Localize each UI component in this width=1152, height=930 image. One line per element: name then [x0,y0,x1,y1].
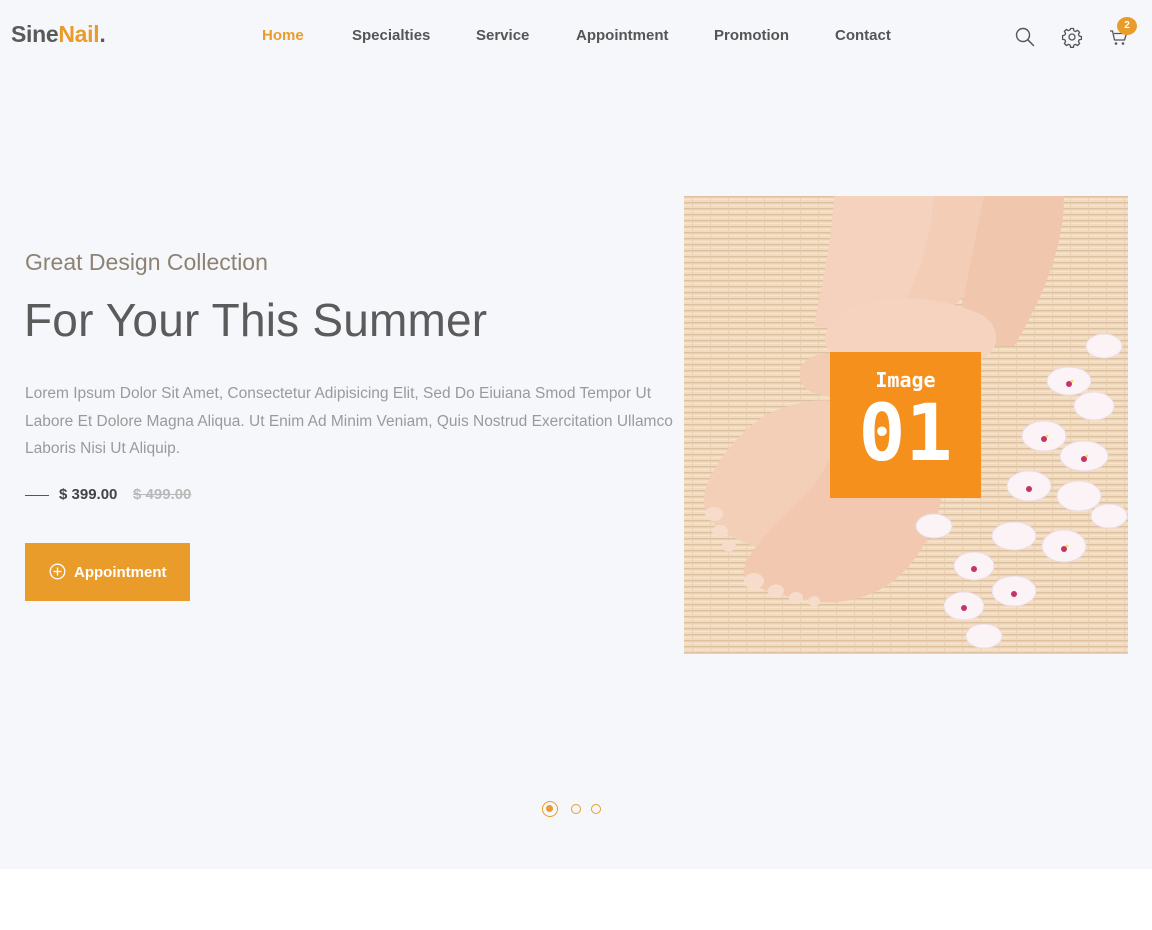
gear-icon[interactable] [1061,26,1083,48]
image-badge-number: 01 [858,389,953,479]
price-dash [25,495,49,496]
appointment-button-label: Appointment [74,564,167,581]
slider-dot-2[interactable] [571,804,581,814]
appointment-button[interactable]: Appointment [25,543,190,601]
hero-description: Lorem Ipsum Dolor Sit Amet, Consectetur … [25,385,673,457]
price-current: $ 399.00 [59,486,118,503]
plus-circle-icon [49,563,66,580]
main-nav: Home Specialties Service Appointment Pro… [0,27,1152,47]
cart-count-badge: 2 [1117,17,1137,35]
next-section [0,869,1152,930]
hero-eyebrow: Great Design Collection [25,249,268,275]
search-icon[interactable] [1014,26,1036,48]
nav-item-appointment[interactable]: Appointment [576,27,668,44]
nav-item-specialties[interactable]: Specialties [352,27,430,44]
slider-dot-1[interactable] [542,801,558,817]
hero-headline: For Your This Summer [24,294,488,346]
nav-item-home[interactable]: Home [262,27,304,44]
price-original: $ 499.00 [133,486,192,503]
slider-dot-3[interactable] [591,804,601,814]
nav-item-contact[interactable]: Contact [835,27,891,44]
nav-item-service[interactable]: Service [476,27,529,44]
image-placeholder-badge: Image 01 [830,352,981,498]
nav-item-promotion[interactable]: Promotion [714,27,789,44]
